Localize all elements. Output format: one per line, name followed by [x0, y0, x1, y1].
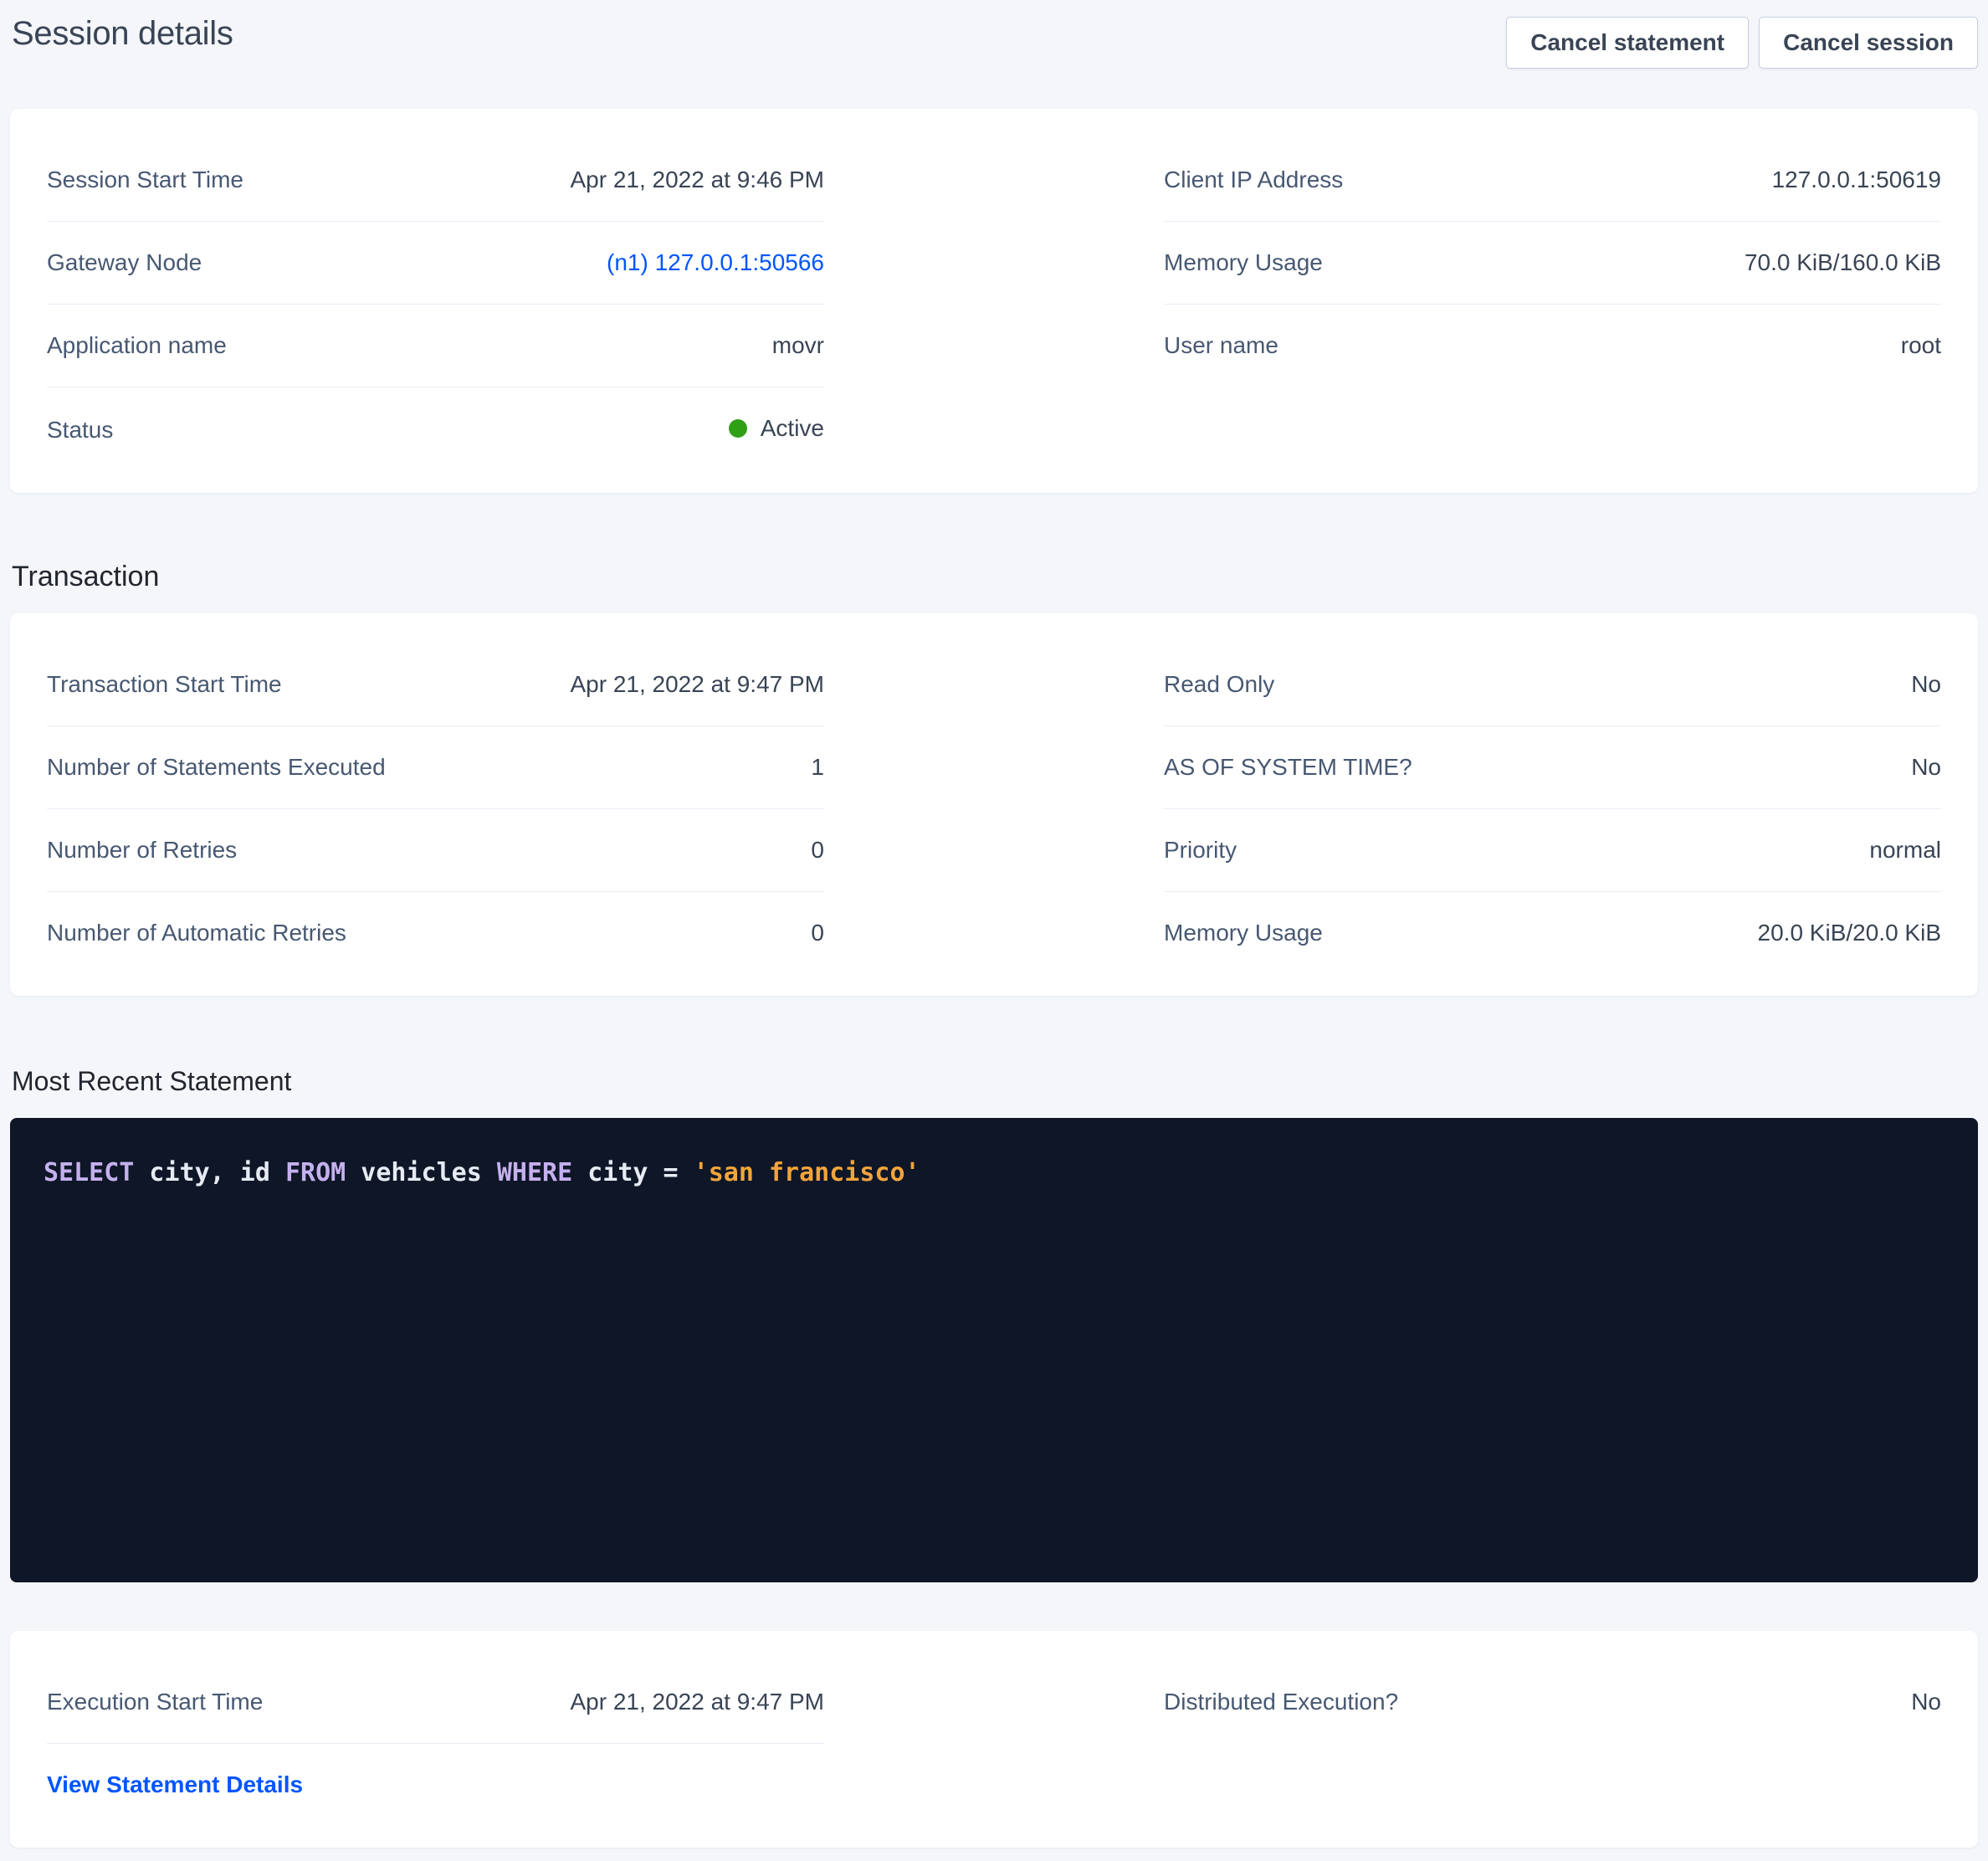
status-active-dot-icon	[729, 419, 747, 438]
distributed-execution-row: Distributed Execution? No	[1164, 1661, 1941, 1743]
view-statement-details-row: View Statement Details	[47, 1744, 824, 1826]
transaction-card: Transaction Start Time Apr 21, 2022 at 9…	[10, 613, 1978, 996]
transaction-section-heading: Transaction	[12, 560, 1988, 593]
transaction-start-time-value: Apr 21, 2022 at 9:47 PM	[570, 671, 824, 698]
gateway-node-label: Gateway Node	[47, 249, 202, 276]
statements-executed-value: 1	[811, 754, 824, 781]
client-ip-row: Client IP Address 127.0.0.1:50619	[1164, 139, 1941, 222]
sql-condition: city =	[572, 1158, 694, 1187]
gateway-node-row: Gateway Node (n1) 127.0.0.1:50566	[47, 222, 824, 305]
user-name-row: User name root	[1164, 305, 1941, 387]
execution-card: Execution Start Time Apr 21, 2022 at 9:4…	[10, 1631, 1978, 1848]
automatic-retries-row: Number of Automatic Retries 0	[47, 892, 824, 974]
statements-executed-label: Number of Statements Executed	[47, 754, 386, 781]
status-row: Status Active	[47, 387, 824, 471]
status-text: Active	[761, 415, 824, 442]
cancel-session-button[interactable]: Cancel session	[1759, 17, 1978, 69]
read-only-label: Read Only	[1164, 671, 1274, 698]
distributed-execution-value: No	[1911, 1689, 1941, 1715]
automatic-retries-value: 0	[811, 920, 824, 946]
sql-statement: SELECT city, id FROM vehicles WHERE city…	[44, 1156, 1944, 1190]
automatic-retries-label: Number of Automatic Retries	[47, 920, 346, 946]
header-actions: Cancel statement Cancel session	[1506, 13, 1978, 69]
as-of-system-time-row: AS OF SYSTEM TIME? No	[1164, 726, 1941, 809]
transaction-card-left-column: Transaction Start Time Apr 21, 2022 at 9…	[47, 643, 824, 974]
transaction-start-time-label: Transaction Start Time	[47, 671, 282, 698]
page-header: Session details Cancel statement Cancel …	[0, 0, 1988, 69]
transaction-card-right-column: Read Only No AS OF SYSTEM TIME? No Prior…	[1164, 643, 1941, 974]
application-name-row: Application name movr	[47, 305, 824, 387]
client-ip-label: Client IP Address	[1164, 167, 1343, 193]
retries-row: Number of Retries 0	[47, 809, 824, 892]
sql-columns: city, id	[134, 1158, 285, 1187]
user-name-label: User name	[1164, 332, 1278, 359]
retries-value: 0	[811, 837, 824, 864]
execution-start-time-row: Execution Start Time Apr 21, 2022 at 9:4…	[47, 1661, 824, 1744]
sql-string-literal: 'san francisco'	[694, 1158, 920, 1187]
application-name-value: movr	[772, 332, 824, 359]
sql-keyword-select: SELECT	[44, 1158, 134, 1187]
transaction-memory-usage-value: 20.0 KiB/20.0 KiB	[1758, 920, 1941, 946]
read-only-value: No	[1911, 671, 1941, 698]
transaction-start-time-row: Transaction Start Time Apr 21, 2022 at 9…	[47, 643, 824, 726]
sql-table: vehicles	[346, 1158, 497, 1187]
view-statement-details-link[interactable]: View Statement Details	[47, 1771, 303, 1798]
session-card-right-column: Client IP Address 127.0.0.1:50619 Memory…	[1164, 139, 1941, 471]
sql-keyword-from: FROM	[285, 1158, 346, 1187]
execution-card-left-column: Execution Start Time Apr 21, 2022 at 9:4…	[47, 1661, 824, 1826]
retries-label: Number of Retries	[47, 837, 237, 864]
priority-row: Priority normal	[1164, 809, 1941, 892]
execution-card-right-column: Distributed Execution? No	[1164, 1661, 1941, 1826]
session-memory-usage-label: Memory Usage	[1164, 249, 1323, 276]
client-ip-value: 127.0.0.1:50619	[1772, 167, 1941, 193]
session-start-time-row: Session Start Time Apr 21, 2022 at 9:46 …	[47, 139, 824, 222]
page-title: Session details	[12, 13, 233, 54]
priority-value: normal	[1869, 837, 1941, 864]
priority-label: Priority	[1164, 837, 1237, 864]
session-memory-usage-value: 70.0 KiB/160.0 KiB	[1745, 249, 1941, 276]
gateway-node-link[interactable]: (n1) 127.0.0.1:50566	[607, 249, 824, 276]
cancel-statement-button[interactable]: Cancel statement	[1506, 17, 1749, 69]
most-recent-statement-heading: Most Recent Statement	[12, 1064, 1988, 1098]
session-details-card: Session Start Time Apr 21, 2022 at 9:46 …	[10, 109, 1978, 493]
transaction-memory-usage-label: Memory Usage	[1164, 920, 1323, 946]
distributed-execution-label: Distributed Execution?	[1164, 1689, 1398, 1715]
as-of-system-time-label: AS OF SYSTEM TIME?	[1164, 754, 1412, 781]
status-value: Active	[729, 415, 824, 442]
as-of-system-time-value: No	[1911, 754, 1941, 781]
sql-keyword-where: WHERE	[497, 1158, 572, 1187]
status-label: Status	[47, 417, 113, 443]
execution-start-time-label: Execution Start Time	[47, 1689, 263, 1715]
session-start-time-label: Session Start Time	[47, 167, 243, 193]
session-memory-usage-row: Memory Usage 70.0 KiB/160.0 KiB	[1164, 222, 1941, 305]
transaction-memory-usage-row: Memory Usage 20.0 KiB/20.0 KiB	[1164, 892, 1941, 974]
user-name-value: root	[1901, 332, 1941, 359]
session-card-left-column: Session Start Time Apr 21, 2022 at 9:46 …	[47, 139, 824, 471]
sql-code-block: SELECT city, id FROM vehicles WHERE city…	[10, 1118, 1978, 1582]
application-name-label: Application name	[47, 332, 227, 359]
statements-executed-row: Number of Statements Executed 1	[47, 726, 824, 809]
execution-start-time-value: Apr 21, 2022 at 9:47 PM	[570, 1689, 824, 1715]
session-start-time-value: Apr 21, 2022 at 9:46 PM	[570, 167, 824, 193]
read-only-row: Read Only No	[1164, 643, 1941, 726]
